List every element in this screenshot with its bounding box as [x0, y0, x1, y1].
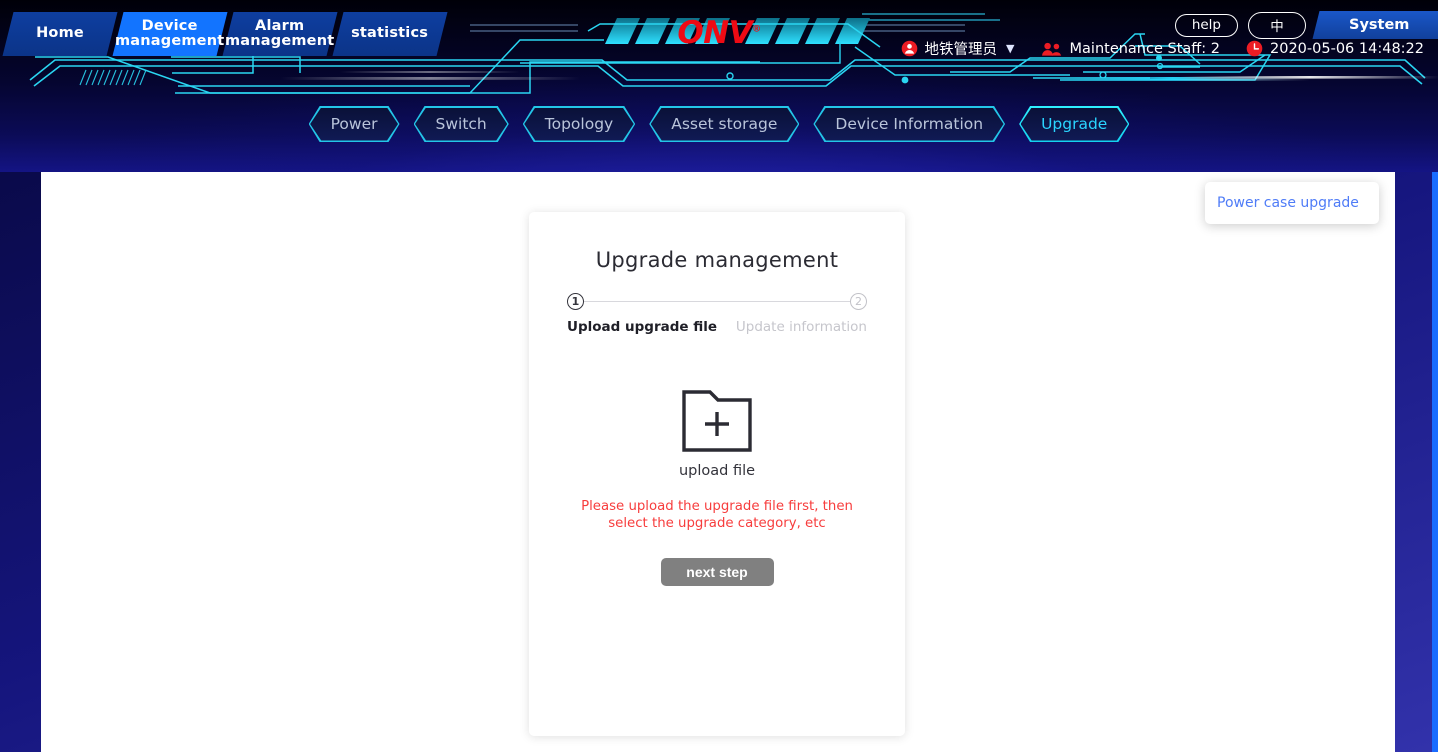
folder-add-icon: [682, 390, 752, 452]
maintenance-staff-label: Maintenance Staff: 2: [1069, 40, 1220, 57]
nav-tab-statistics-label: statistics: [351, 25, 429, 42]
step-labels: Upload upgrade file Update information: [567, 319, 867, 335]
people-icon: [1041, 41, 1063, 57]
user-menu[interactable]: 地铁管理员 ▼: [901, 38, 1015, 59]
power-case-upgrade-panel[interactable]: Power case upgrade: [1205, 182, 1379, 224]
subnav-item-upgrade-label: Upgrade: [1041, 115, 1108, 133]
nav-tab-device-management-line1: Device: [142, 17, 198, 34]
nav-tab-statistics[interactable]: statistics: [332, 12, 448, 56]
step-2-circle: 2: [850, 293, 867, 310]
nav-tab-alarm-management-line2: management: [225, 33, 335, 49]
chevron-down-icon: ▼: [1006, 42, 1015, 55]
power-case-upgrade-label: Power case upgrade: [1217, 195, 1359, 211]
secondary-navigation: Power Switch Topology Asset storage Devi…: [0, 106, 1438, 142]
maintenance-staff-status: Maintenance Staff: 2: [1041, 41, 1220, 57]
upload-file-dropzone[interactable]: upload file: [679, 388, 755, 479]
subnav-item-asset-storage[interactable]: Asset storage: [649, 106, 799, 142]
next-step-button[interactable]: next step: [660, 558, 774, 587]
clock-icon: [1246, 40, 1263, 57]
step-indicator-row: 1 2: [567, 293, 867, 310]
subnav-item-topology-label: Topology: [544, 115, 614, 133]
subnav-item-device-information[interactable]: Device Information: [813, 106, 1005, 142]
registered-trademark-icon: ®: [752, 24, 761, 35]
primary-navigation: Home Device management Alarm management …: [2, 12, 448, 56]
step-1-circle: 1: [567, 293, 584, 310]
user-name-label: 地铁管理员: [924, 42, 998, 58]
upload-warning-message: Please upload the upgrade file first, th…: [581, 499, 853, 532]
system-button[interactable]: System: [1312, 11, 1438, 39]
header-actions: help 中 System: [1174, 11, 1438, 39]
card-title: Upgrade management: [595, 248, 839, 272]
app-header: Home Device management Alarm management …: [0, 0, 1438, 172]
subnav-item-topology[interactable]: Topology: [523, 106, 635, 142]
help-button[interactable]: help: [1174, 13, 1238, 37]
nav-tab-home-label: Home: [36, 25, 84, 42]
subnav-item-switch[interactable]: Switch: [414, 106, 509, 142]
system-button-label: System: [1348, 17, 1410, 33]
datetime-display: 2020-05-06 14:48:22: [1246, 40, 1424, 57]
step-2-label: Update information: [735, 319, 867, 335]
upgrade-management-card: Upgrade management 1 2 Upload upgrade fi…: [529, 212, 905, 736]
nav-tab-home[interactable]: Home: [2, 12, 118, 56]
main-content-area: Power case upgrade Upgrade management 1 …: [41, 172, 1395, 752]
subnav-item-power[interactable]: Power: [309, 106, 400, 142]
language-toggle-button[interactable]: 中: [1248, 11, 1306, 39]
header-status-bar: 地铁管理员 ▼ Maintenance Staff: 2 2020-05-06 …: [901, 38, 1424, 59]
subnav-item-upgrade[interactable]: Upgrade: [1019, 106, 1129, 142]
nav-tab-device-management[interactable]: Device management: [112, 12, 228, 56]
nav-tab-alarm-management[interactable]: Alarm management: [222, 12, 338, 56]
step-indicator: 1 2 Upload upgrade file Update informati…: [567, 293, 867, 335]
logo-text: ONV: [677, 15, 753, 51]
subnav-item-device-information-label: Device Information: [835, 115, 984, 133]
step-connector-line: [584, 301, 850, 302]
vertical-scrollbar[interactable]: [1432, 172, 1438, 752]
step-1-label: Upload upgrade file: [567, 319, 718, 335]
logo-wordmark: ONV®: [677, 15, 761, 51]
subnav-item-power-label: Power: [330, 115, 378, 133]
subnav-item-asset-storage-label: Asset storage: [671, 115, 778, 133]
nav-tab-device-management-line2: management: [115, 33, 225, 49]
upload-file-label: upload file: [678, 463, 756, 479]
user-avatar-icon: [901, 40, 918, 57]
nav-tab-alarm-management-line1: Alarm: [255, 17, 305, 34]
subnav-item-switch-label: Switch: [435, 115, 487, 133]
step-label-spacer: [717, 319, 736, 335]
datetime-label: 2020-05-06 14:48:22: [1270, 40, 1424, 57]
